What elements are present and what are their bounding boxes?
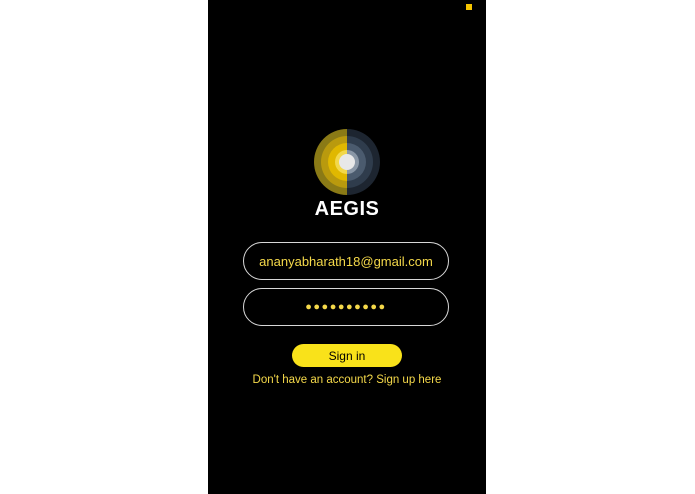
aegis-logo-icon [313,128,381,196]
status-indicator-icon [466,4,472,10]
sign-up-link[interactable]: Don't have an account? Sign up here [208,374,486,386]
app-screen: AEGIS ananyabharath18@gmail.com ●●●●●●●●… [208,0,486,494]
password-field[interactable]: ●●●●●●●●●● [243,288,449,326]
email-value: ananyabharath18@gmail.com [259,253,433,269]
app-title: AEGIS [314,198,380,220]
email-field[interactable]: ananyabharath18@gmail.com [243,242,449,280]
sign-in-button[interactable]: Sign in [292,344,402,367]
password-value: ●●●●●●●●●● [305,301,387,313]
